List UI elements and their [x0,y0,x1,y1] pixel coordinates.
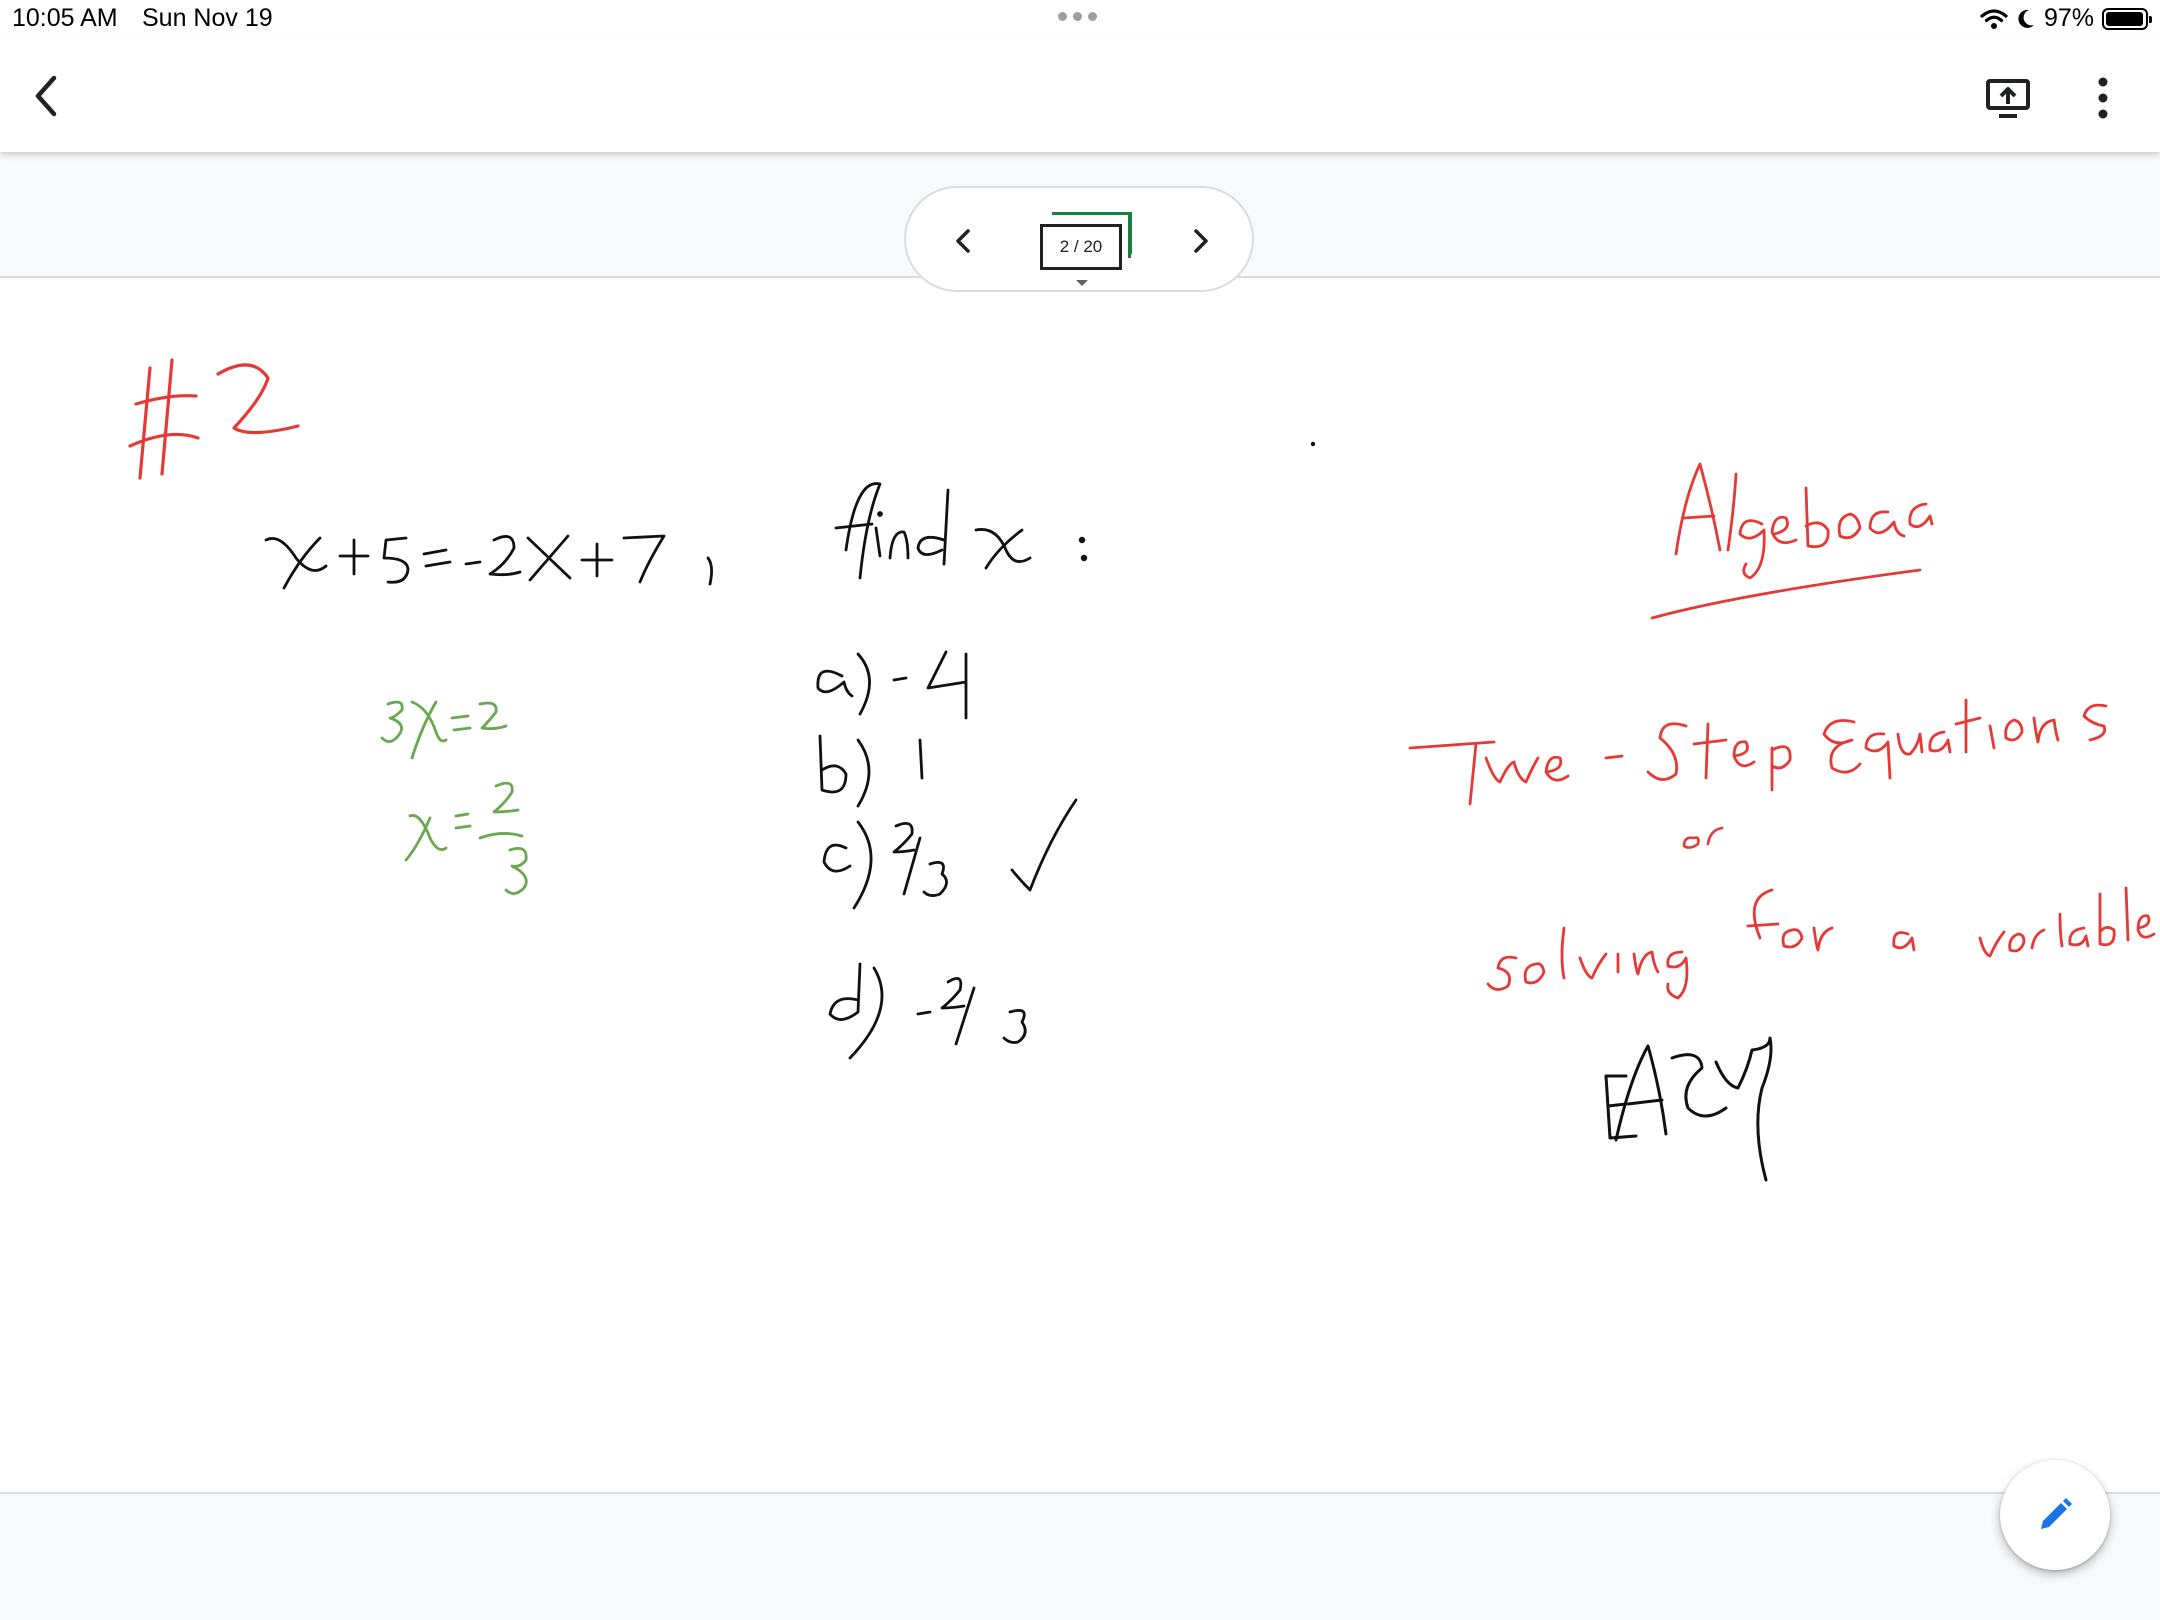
problem-number-handwriting [128,358,300,480]
present-screen-icon [1986,79,2030,118]
wifi-icon [1980,8,2008,29]
dropdown-caret-icon[interactable] [1076,280,1088,286]
equation-handwriting [264,534,713,590]
moon-icon [2018,9,2034,28]
prompt-handwriting [834,482,1088,580]
difficulty-handwriting [1604,1036,1773,1182]
topic-line1-handwriting [1408,698,2108,806]
multitasking-dots-icon[interactable] [1058,8,1103,26]
back-button[interactable] [26,68,66,124]
more-options-button[interactable] [2088,72,2118,124]
app-bar [0,38,2160,152]
battery-icon [2102,7,2152,30]
status-date: Sun Nov 19 [142,4,273,32]
work-handwriting [380,700,528,895]
stray-dot [1310,441,1316,447]
previous-slide-button[interactable] [946,222,980,260]
subject-handwriting [1650,462,1934,620]
present-button[interactable] [1984,74,2032,122]
answer-options-handwriting [816,650,1078,1060]
more-vert-icon [2098,77,2108,119]
status-time: 10:05 AM [12,4,118,32]
slide-thumbnail-page-indicator[interactable]: 2 / 20 [1040,224,1122,270]
topic-line2-handwriting [1486,886,2156,1000]
next-slide-button[interactable] [1184,222,1218,260]
slide-stack-indicator-edge [1128,212,1131,258]
topic-or-handwriting [1682,826,1724,849]
whiteboard-canvas[interactable] [0,278,2160,1494]
status-indicators: 97% [1980,4,2152,33]
status-bar: 10:05 AM Sun Nov 19 97% [0,0,2160,38]
chevron-left-icon [35,75,57,117]
chevron-left-icon [956,229,970,253]
slide-pager: 2 / 20 [904,186,1254,292]
pencil-icon [2041,1498,2072,1529]
battery-percent: 97% [2043,4,2094,32]
edit-fab-button[interactable] [2000,1460,2110,1570]
chevron-right-icon [1194,229,1208,253]
